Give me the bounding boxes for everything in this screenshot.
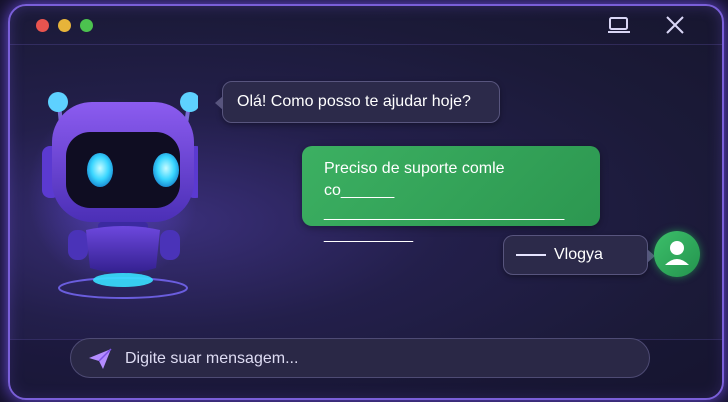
user-name: Vlogya	[554, 246, 603, 263]
robot-mascot-icon	[28, 82, 204, 302]
minimize-traffic-light[interactable]	[58, 19, 71, 32]
message-input-bar	[70, 338, 650, 379]
user-name-bubble: Vlogya	[503, 235, 655, 275]
user-avatar-icon[interactable]	[654, 231, 700, 277]
message-input[interactable]	[123, 339, 637, 379]
close-icon[interactable]	[664, 15, 686, 35]
bot-message-bubble: Olá! Como posso te ajudar hoje?	[215, 81, 500, 123]
close-traffic-light[interactable]	[36, 19, 49, 32]
bot-message-text: Olá! Como posso te ajudar hoje?	[237, 93, 471, 110]
user-message-line-2: ___________________________	[324, 204, 565, 221]
name-dash	[516, 253, 546, 256]
user-message-bubble: Preciso de suporte comle co______ ______…	[302, 146, 600, 243]
send-icon[interactable]	[87, 347, 113, 371]
maximize-traffic-light[interactable]	[80, 19, 93, 32]
window-minimize-icon[interactable]	[608, 15, 630, 35]
user-message-blank: ______	[340, 182, 395, 199]
user-message-line-1: Preciso de suporte comle co______	[324, 158, 578, 202]
titlebar	[10, 6, 722, 45]
